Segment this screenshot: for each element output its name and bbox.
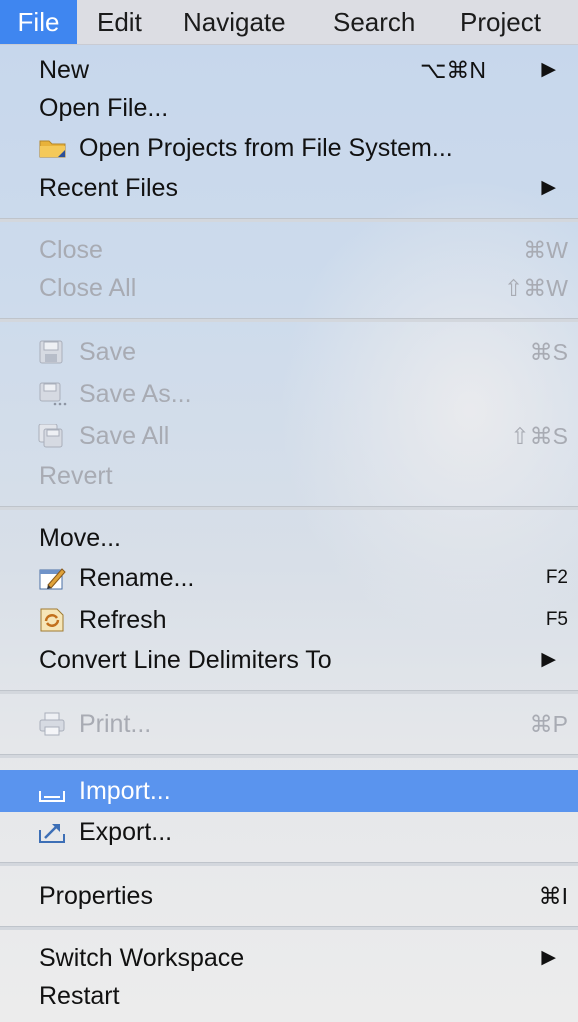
- submenu-arrow-icon: ▶: [541, 177, 556, 198]
- menu-item-save[interactable]: Save ⌘S: [0, 332, 578, 372]
- menu-item-save-as[interactable]: Save As...: [0, 374, 578, 414]
- menu-item-shortcut: F5: [545, 609, 568, 630]
- rename-icon: [39, 568, 66, 590]
- menu-navigate[interactable]: Navigate: [183, 0, 286, 44]
- menu-item-label: New: [39, 56, 90, 84]
- menu-item-switch-workspace[interactable]: Switch Workspace ▶: [0, 938, 578, 978]
- submenu-arrow-icon: ▶: [541, 649, 556, 670]
- menu-item-label: Save All: [79, 422, 170, 450]
- menu-file[interactable]: File: [0, 0, 77, 44]
- menu-edit[interactable]: Edit: [97, 0, 142, 44]
- save-as-icon: [39, 382, 67, 406]
- menu-item-shortcut: ⌘I: [538, 883, 568, 909]
- menu-item-label: Close All: [39, 274, 137, 302]
- menu-item-export[interactable]: Export...: [0, 812, 578, 852]
- submenu-arrow-icon: ▶: [541, 947, 556, 968]
- menu-item-label: Import...: [79, 777, 171, 805]
- folder-icon: [39, 140, 66, 158]
- export-icon: [39, 824, 65, 843]
- menu-separator: [0, 690, 578, 694]
- menu-separator: [0, 926, 578, 930]
- menu-separator: [0, 754, 578, 758]
- menu-item-open-projects[interactable]: Open Projects from File System...: [0, 128, 578, 168]
- menu-search[interactable]: Search: [333, 0, 415, 44]
- menu-item-shortcut: ⌘S: [529, 339, 568, 365]
- menu-item-shortcut: ⇧⌘S: [510, 423, 568, 449]
- menu-item-label: Save As...: [79, 380, 192, 408]
- menu-item-label: Revert: [39, 462, 113, 490]
- save-icon: [39, 340, 63, 364]
- menu-item-label: Switch Workspace: [39, 944, 245, 972]
- menu-item-new[interactable]: New ⌥⌘N ▶: [0, 50, 578, 90]
- save-all-icon: [38, 424, 63, 448]
- menu-item-shortcut: ⌥⌘N: [419, 57, 486, 83]
- menu-item-label: Recent Files: [39, 174, 178, 202]
- menu-project[interactable]: Project: [460, 0, 541, 44]
- menu-item-open-file[interactable]: Open File...: [0, 88, 578, 128]
- menu-item-label: Properties: [39, 882, 153, 910]
- menu-item-shortcut: ⇧⌘W: [504, 275, 568, 301]
- menu-item-import[interactable]: Import...: [0, 770, 578, 812]
- menu-separator: [0, 862, 578, 866]
- file-menu-dropdown: New ⌥⌘N ▶ Open File... Open Projects fro…: [0, 45, 578, 1022]
- menu-separator: [0, 218, 578, 222]
- print-icon: [39, 712, 65, 736]
- menu-item-label: Open Projects from File System...: [79, 134, 453, 162]
- menu-item-label: Rename...: [79, 564, 195, 592]
- menu-item-print[interactable]: Print... ⌘P: [0, 704, 578, 744]
- menu-item-rename[interactable]: Rename... F2: [0, 558, 578, 598]
- menu-item-label: Export...: [79, 818, 173, 846]
- menu-item-label: Print...: [79, 710, 152, 738]
- menu-item-label: Restart: [39, 982, 120, 1010]
- menu-item-label: Move...: [39, 524, 121, 552]
- submenu-arrow-icon: ▶: [541, 59, 556, 80]
- menu-item-recent-files[interactable]: Recent Files ▶: [0, 168, 578, 208]
- menu-item-convert-line-delimiters[interactable]: Convert Line Delimiters To ▶: [0, 640, 578, 680]
- import-icon: [39, 791, 65, 802]
- menu-item-label: Convert Line Delimiters To: [39, 646, 332, 674]
- menu-bar: File Edit Navigate Search Project: [0, 0, 578, 45]
- menu-item-close[interactable]: Close ⌘W: [0, 230, 578, 270]
- menu-item-label: Close: [39, 236, 103, 264]
- menu-item-label: Save: [79, 338, 136, 366]
- menu-item-shortcut: ⌘W: [523, 237, 568, 263]
- menu-item-properties[interactable]: Properties ⌘I: [0, 876, 578, 916]
- menu-item-refresh[interactable]: Refresh F5: [0, 600, 578, 640]
- menu-item-shortcut: F2: [545, 567, 568, 588]
- menu-separator: [0, 506, 578, 510]
- menu-item-move[interactable]: Move...: [0, 518, 578, 558]
- menu-item-restart[interactable]: Restart: [0, 976, 578, 1016]
- menu-item-save-all[interactable]: Save All ⇧⌘S: [0, 416, 578, 456]
- menu-item-close-all[interactable]: Close All ⇧⌘W: [0, 268, 578, 308]
- refresh-icon: [40, 608, 64, 632]
- menu-item-label: Refresh: [79, 606, 167, 634]
- menu-item-revert[interactable]: Revert: [0, 456, 578, 496]
- menu-item-label: Open File...: [39, 94, 169, 122]
- menu-separator: [0, 318, 578, 322]
- menu-item-shortcut: ⌘P: [529, 711, 568, 737]
